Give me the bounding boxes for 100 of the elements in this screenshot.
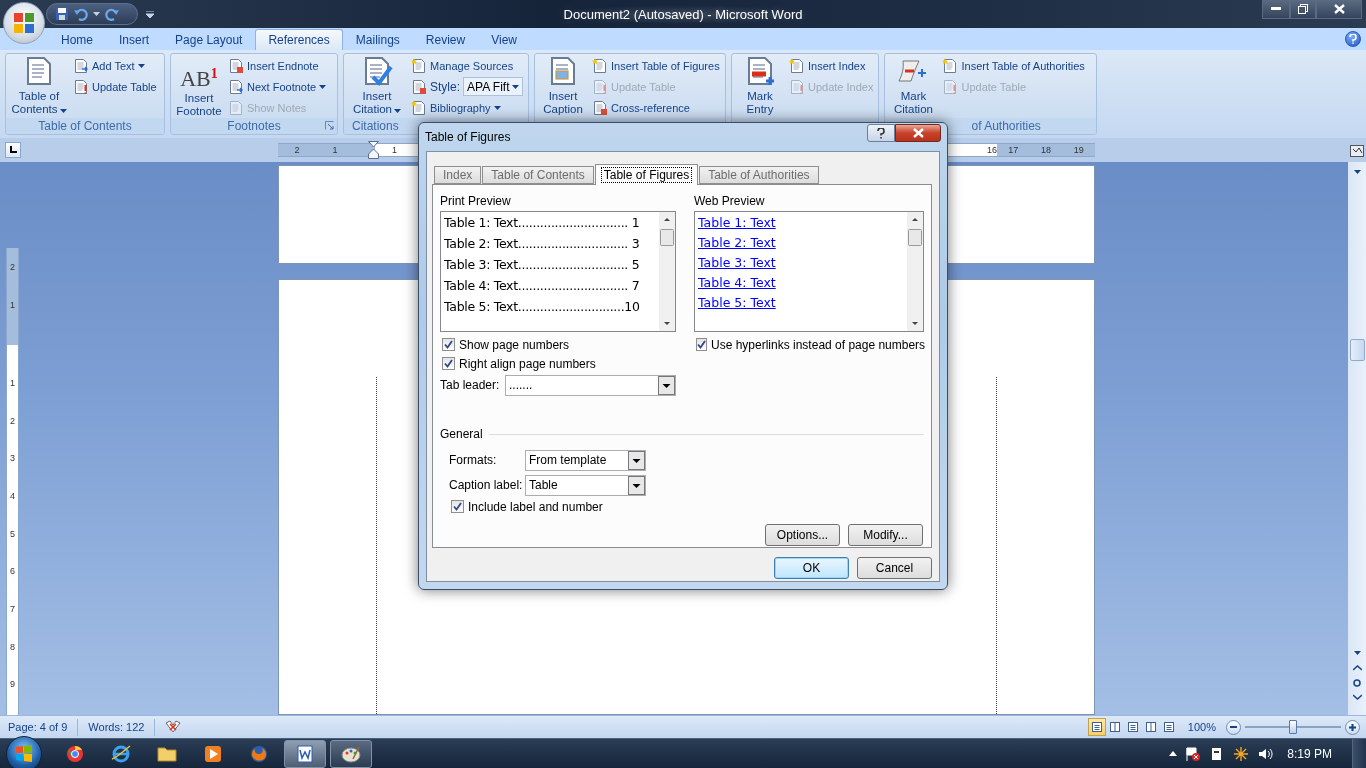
scrollbar[interactable] [659,212,675,331]
tray-arrow-icon[interactable] [1169,751,1178,756]
preview-link[interactable]: Table 5: Text [698,294,776,314]
close-button[interactable] [1316,0,1362,19]
ruler-number: 5 [10,527,15,541]
indent-marker-icon[interactable] [368,141,379,159]
ribbon-button[interactable]: Add Text [71,55,159,76]
zoom-out-button[interactable] [1226,719,1241,735]
view-button[interactable] [1087,718,1106,736]
taskbar-app-button[interactable] [284,739,326,768]
folder-icon [157,745,177,762]
preview-line: Table 1: Text.............................. 1 [444,214,641,232]
checkbox[interactable] [696,338,707,351]
close-button[interactable] [895,124,941,142]
dialog-tab[interactable]: Index [434,166,482,184]
clock[interactable]: 8:19 PM [1287,746,1332,761]
help-button[interactable] [867,124,895,142]
ruler-number: 2 [10,414,15,428]
preview-link[interactable]: Table 3: Text [698,254,776,274]
redo-icon[interactable] [105,7,119,21]
help-button[interactable] [1345,31,1361,47]
zoom-in-button[interactable] [1345,719,1360,735]
checkbox[interactable] [442,338,455,351]
restore-button[interactable] [1290,0,1316,19]
fox-globe-icon [250,744,268,763]
caret-icon [319,84,327,89]
zoom-slider[interactable] [1245,720,1341,734]
circle-icon [1353,678,1361,687]
word-count[interactable]: Words: 122 [88,721,155,733]
style-dropdown[interactable]: APA Fift [463,77,523,96]
ribbon-large-button[interactable]: AB$^{1}$ Insert Footnote [173,54,225,118]
dialog-tab[interactable]: Table of Authorities [699,166,819,184]
ribbon-button[interactable]: Insert Index [787,55,876,76]
minus-icon [1230,726,1237,728]
ribbon-button[interactable]: Manage Sources [409,55,525,76]
ribbon-button[interactable]: Insert Table of Authorities [940,55,1087,76]
ribbon-large-button[interactable]: Mark Entry [734,54,786,118]
ruler-number: 2 [293,145,301,155]
ribbon-button[interactable]: Bibliography [409,97,525,118]
dialog-button[interactable]: Cancel [857,557,932,579]
proofing-book-icon[interactable] [165,720,182,734]
view-icon [1108,721,1121,733]
checkbox-label: Show page numbers [459,337,570,352]
checkbox-label: Right align page numbers [459,356,596,371]
section-label: Print Preview [440,194,512,208]
ribbon-tab[interactable]: View [478,29,530,50]
ribbon-button[interactable]: Insert Endnote [226,55,329,76]
checkbox[interactable] [442,357,455,370]
undo-icon[interactable] [74,7,88,21]
caption-label-dropdown[interactable]: Table [525,474,646,496]
dialog-tab[interactable]: Table of Contents [482,166,594,184]
ribbon-large-button[interactable]: Insert Caption [537,54,589,118]
formats-dropdown[interactable]: From template [525,449,646,471]
ruler-number: 6 [10,565,15,579]
ribbon-button[interactable]: Next Footnote [226,76,329,97]
group-label: of Authorities [971,119,1041,133]
field-label: Tab leader: [440,378,501,392]
vertical-scrollbar[interactable] [1348,162,1366,715]
checkbox[interactable] [451,500,464,513]
preview-line: Table 4: Text.............................. 7 [444,277,641,295]
flag-icon[interactable] [1185,745,1202,762]
preview-link[interactable]: Table 1: Text [698,214,776,234]
dialog-button[interactable]: Modify... [848,524,923,546]
plus-icon [1349,723,1356,731]
page-count[interactable]: Page: 4 of 9 [8,721,78,733]
ribbon-tab[interactable]: Mailings [342,29,413,50]
document-star-icon [942,57,959,74]
ribbon-tab[interactable]: Page Layout [162,29,256,50]
scrollbar[interactable] [907,212,923,331]
ribbon-button[interactable]: Update Table [71,76,159,97]
preview-line: Table 3: Text.............................. 5 [444,256,641,274]
ruler-toggle-icon[interactable] [1350,143,1364,157]
dialog-launcher-icon[interactable] [325,121,334,130]
ribbon-button[interactable]: Insert Table of Figures [590,55,722,76]
ribbon-button[interactable]: Cross-reference [590,97,722,118]
zoom-slider-thumb[interactable] [1289,720,1297,734]
taskbar-app-button[interactable] [330,739,372,768]
dialog-tab[interactable]: Table of Figures [594,164,699,185]
preview-link[interactable]: Table 2: Text [698,234,776,254]
dialog-button[interactable]: OK [774,557,849,579]
tab-leader-dropdown[interactable]: ....... [505,374,676,396]
sparkle-icon[interactable] [1233,745,1250,762]
ribbon-large-button[interactable]: Insert Citation [346,54,408,118]
customize-caret-icon[interactable] [146,10,154,18]
zoom-level[interactable]: 100% [1187,721,1226,733]
ribbon-tab[interactable]: References [255,29,343,50]
start-button[interactable] [6,735,42,768]
save-icon[interactable] [55,7,69,21]
ribbon-tab[interactable]: Review [412,29,479,50]
scroll-thumb[interactable] [1349,339,1365,361]
ribbon-large-button[interactable]: Mark Citation [887,54,940,118]
preview-link[interactable]: Table 4: Text [698,274,776,294]
ruler-number: 19 [1072,145,1085,155]
minimize-button[interactable] [1262,0,1290,19]
tab-selector-button[interactable] [4,142,21,158]
ribbon-large-button[interactable]: Table of Contents [8,54,70,118]
ribbon-tab[interactable]: Home [48,29,106,50]
ribbon-tab[interactable]: Insert [106,29,163,50]
view-icon [1162,721,1175,733]
dialog-button[interactable]: Options... [765,524,840,546]
